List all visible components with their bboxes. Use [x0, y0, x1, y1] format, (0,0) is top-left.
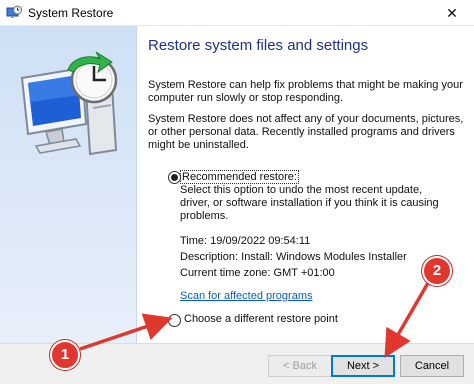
cancel-button[interactable]: Cancel — [400, 355, 464, 377]
data-safety-paragraph: System Restore does not affect any of yo… — [148, 113, 464, 151]
scan-affected-programs-link[interactable]: Scan for affected programs — [180, 290, 312, 302]
annotation-marker-2: 2 — [422, 256, 452, 286]
annotation-marker-1: 1 — [50, 340, 80, 370]
back-button[interactable]: < Back — [268, 355, 332, 377]
restore-description: Description: Install: Windows Modules In… — [180, 251, 407, 263]
title-bar: System Restore ✕ — [0, 0, 474, 26]
choose-different-restore-radio[interactable] — [168, 314, 181, 327]
next-button[interactable]: Next > — [331, 355, 395, 377]
left-banner-panel — [0, 26, 137, 343]
system-restore-hero-icon — [20, 51, 118, 156]
restore-timezone: Current time zone: GMT +01:00 — [180, 267, 335, 279]
recommended-restore-label[interactable]: Recommended restore: — [180, 170, 299, 184]
window-title: System Restore — [28, 6, 114, 20]
system-restore-icon — [6, 5, 22, 18]
restore-time: Time: 19/09/2022 09:54:11 — [180, 235, 311, 247]
page-title: Restore system files and settings — [148, 37, 369, 54]
choose-different-restore-label[interactable]: Choose a different restore point — [184, 313, 338, 325]
arrow-to-next-button — [384, 282, 430, 359]
intro-paragraph: System Restore can help fix problems tha… — [148, 79, 463, 104]
close-icon[interactable]: ✕ — [430, 0, 474, 26]
recommended-restore-description: Select this option to undo the most rece… — [180, 184, 439, 222]
